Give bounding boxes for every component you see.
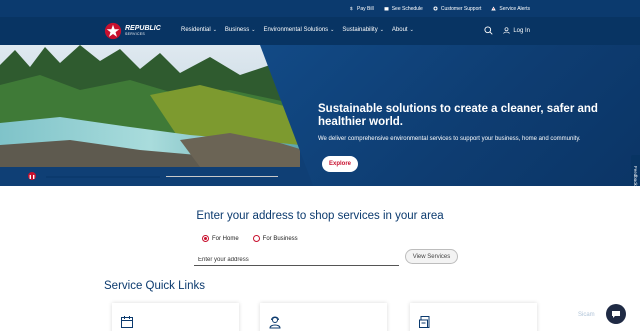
chat-bubble-icon xyxy=(612,311,620,318)
republic-services-logo[interactable]: REPUBLIC SERVICES xyxy=(104,22,161,40)
menu-about-label: About xyxy=(391,27,408,33)
feedback-tab[interactable]: Feedback xyxy=(631,155,640,186)
support-agent-icon xyxy=(269,316,281,329)
service-alerts-link[interactable]: Service Alerts xyxy=(491,6,530,12)
login-label: Log In xyxy=(513,27,530,34)
chat-button[interactable] xyxy=(606,304,626,324)
see-schedule-label: See Schedule xyxy=(391,5,423,12)
chevron-down-icon: ⌄ xyxy=(330,27,335,33)
chevron-down-icon: ⌄ xyxy=(409,27,414,33)
menu-business[interactable]: Business ⌄ xyxy=(225,27,256,33)
support-icon xyxy=(433,6,438,11)
customer-support-link[interactable]: Customer Support xyxy=(433,5,482,12)
document-icon xyxy=(419,316,430,328)
see-schedule-link[interactable]: See Schedule xyxy=(384,6,423,12)
main-nav: REPUBLIC SERVICES Residential ⌄ Business ⌄… xyxy=(0,17,640,45)
radio-for-home-label: For Home xyxy=(212,235,239,242)
menu-sustainability-label: Sustainability xyxy=(342,27,378,33)
address-input[interactable] xyxy=(194,254,399,266)
watermark: Sicam xyxy=(578,312,595,318)
quick-links-title: Service Quick Links xyxy=(104,280,205,292)
hero-title: Sustainable solutions to create a cleane… xyxy=(318,103,598,128)
search-icon[interactable] xyxy=(484,26,493,35)
menu-about[interactable]: About ⌄ xyxy=(392,27,414,33)
menu-environmental-solutions-label: Environmental Solutions xyxy=(263,27,329,33)
view-services-button[interactable]: View Services xyxy=(405,249,458,264)
radio-for-business[interactable]: For Business xyxy=(252,235,298,242)
hero-banner: Sustainable solutions to create a cleane… xyxy=(0,45,640,186)
hero-river-image xyxy=(0,45,300,167)
menu-residential[interactable]: Residential ⌄ xyxy=(181,27,217,33)
utility-bar: $ Pay Bill See Schedule Customer Support… xyxy=(0,0,640,17)
radio-for-home[interactable]: For Home xyxy=(202,235,239,242)
dollar-icon: $ xyxy=(350,6,353,11)
logo-emblem-icon xyxy=(104,22,122,40)
menu-business-label: Business xyxy=(224,27,250,33)
service-alerts-label: Service Alerts xyxy=(499,5,530,12)
address-section-title: Enter your address to shop services in y… xyxy=(196,210,444,222)
page: $ Pay Bill See Schedule Customer Support… xyxy=(0,0,640,331)
radio-unselected-icon xyxy=(252,235,260,242)
svg-text:$: $ xyxy=(350,6,353,11)
quick-link-card[interactable] xyxy=(410,303,537,331)
hero-description: We deliver comprehensive environmental s… xyxy=(318,136,581,142)
customer-support-label: Customer Support xyxy=(440,5,482,12)
login-link[interactable]: Log In xyxy=(503,27,530,34)
menu-environmental-solutions[interactable]: Environmental Solutions ⌄ xyxy=(263,27,334,33)
hero-carousel-controls: ❚❚ xyxy=(28,172,288,182)
radio-for-business-label: For Business xyxy=(262,235,298,242)
pay-bill-label: Pay Bill xyxy=(357,5,374,12)
alert-icon xyxy=(491,6,497,11)
radio-selected-icon xyxy=(202,235,209,242)
chevron-down-icon: ⌄ xyxy=(379,27,384,33)
calendar-icon xyxy=(121,316,133,328)
quick-link-card[interactable] xyxy=(112,303,239,331)
explore-button[interactable]: Explore xyxy=(322,156,358,172)
calendar-icon xyxy=(384,7,389,11)
carousel-progress-active[interactable] xyxy=(46,176,160,178)
menu-residential-label: Residential xyxy=(181,27,211,33)
carousel-progress-inactive[interactable] xyxy=(166,176,278,177)
logo-subtext: SERVICES xyxy=(125,32,146,36)
pause-button[interactable]: ❚❚ xyxy=(28,172,36,180)
nav-actions: Log In xyxy=(484,26,530,35)
chevron-down-icon: ⌄ xyxy=(251,27,256,33)
menu-sustainability[interactable]: Sustainability ⌄ xyxy=(342,27,384,33)
quick-link-card[interactable] xyxy=(260,303,387,331)
user-icon xyxy=(503,27,510,34)
primary-menu: Residential ⌄ Business ⌄ Environmental Sol… xyxy=(181,27,414,33)
chevron-down-icon: ⌄ xyxy=(212,27,217,33)
customer-type-radio-group: For Home For Business xyxy=(202,235,298,242)
pause-icon: ❚❚ xyxy=(28,173,36,179)
pay-bill-link[interactable]: $ Pay Bill xyxy=(349,6,374,12)
